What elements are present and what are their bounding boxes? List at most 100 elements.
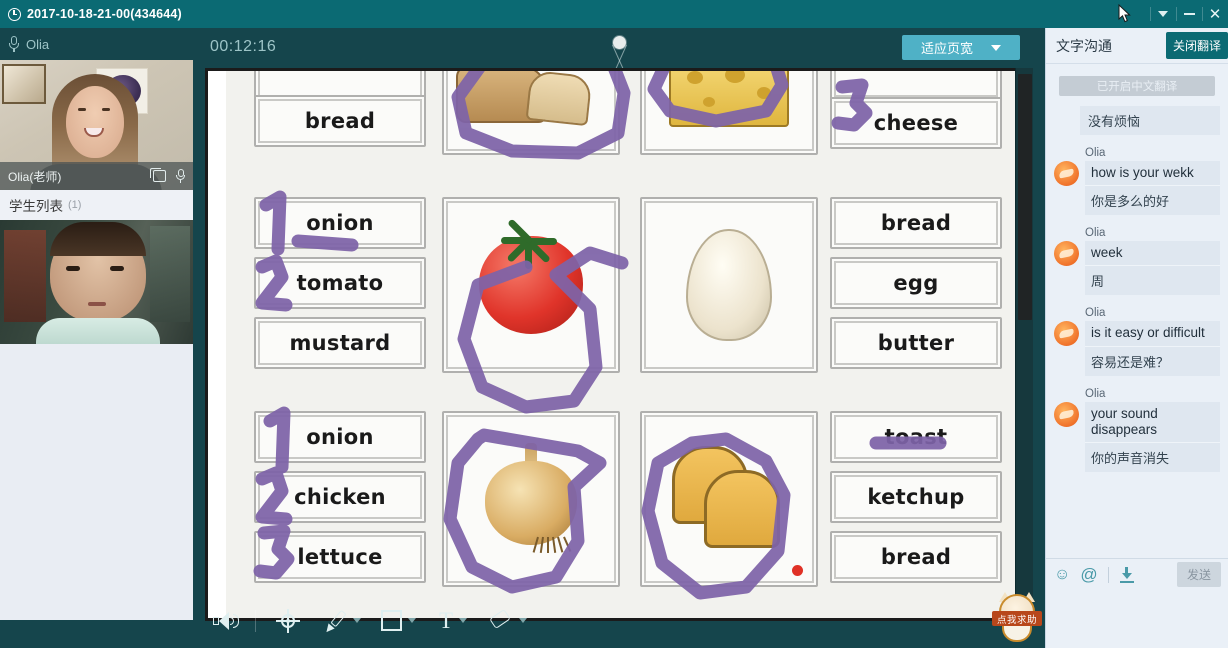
avatar[interactable]	[1054, 241, 1079, 267]
avatar[interactable]	[1054, 161, 1079, 186]
message-sender: Olia	[1085, 227, 1106, 240]
chat-title: 文字沟通	[1056, 37, 1112, 54]
word-card-bread-0[interactable]: bread	[254, 95, 426, 147]
emoji-icon[interactable]: ☺	[1054, 566, 1070, 583]
word-label: lettuce	[297, 545, 383, 569]
word-label: ketchup	[867, 485, 965, 509]
message-sender: Olia	[1085, 147, 1106, 159]
teacher-name: Olia(老师)	[8, 169, 62, 184]
window-title: 2017-10-18-21-00(434644)	[27, 7, 182, 21]
rectangle-tool[interactable]	[370, 601, 426, 641]
pointer-target-icon[interactable]	[262, 601, 314, 641]
popout-window-icon[interactable]	[150, 168, 166, 182]
message-original: your sound disappears	[1085, 401, 1220, 442]
chat-input-toolbar: ☺ @ 发送	[1046, 558, 1228, 590]
chat-message: Olia is it easy or difficult 容易还是难？	[1054, 307, 1220, 376]
picture-card-bread[interactable]	[442, 71, 620, 155]
word-card-onion-2[interactable]: onion	[254, 411, 426, 463]
whiteboard-toolbar: 00:12:16 适应页宽	[193, 28, 1045, 71]
word-card-toast[interactable]: toast	[830, 411, 1002, 463]
whiteboard-canvas[interactable]: bread cheese onion tomato mustard bread …	[205, 68, 1025, 621]
chevron-down-icon	[1158, 11, 1168, 17]
chevron-down-icon[interactable]	[519, 618, 527, 623]
toggle-translation-button[interactable]: 关闭翻译	[1165, 32, 1228, 59]
student-list-count: (1)	[68, 199, 82, 211]
send-button[interactable]: 发送	[1176, 562, 1221, 587]
chat-message: Olia week 周	[1054, 227, 1220, 296]
word-card-lettuce[interactable]: lettuce	[254, 531, 426, 583]
chat-message-list[interactable]: 已开启中文翻译 没有烦恼 Olia how is your wekk 你是多么的…	[1046, 64, 1228, 558]
word-label: onion	[306, 211, 374, 235]
picture-card-toast[interactable]	[640, 411, 818, 587]
message-original: week	[1085, 241, 1220, 266]
teacher-video-card[interactable]: Olia(老师)	[0, 60, 193, 190]
word-card-tomato[interactable]: tomato	[254, 257, 426, 309]
student-video-feed	[0, 220, 193, 344]
word-card-bread-1[interactable]: bread	[830, 197, 1002, 249]
message-sender: Olia	[1085, 387, 1106, 400]
help-mascot-label: 点我求助	[992, 611, 1042, 626]
word-label: egg	[893, 271, 939, 295]
word-card-cheese[interactable]: cheese	[830, 97, 1002, 149]
avatar[interactable]	[1054, 401, 1079, 427]
chat-input-area[interactable]	[1046, 590, 1228, 648]
worksheet-image: bread cheese onion tomato mustard bread …	[226, 71, 1016, 618]
word-label: cheese	[873, 111, 959, 135]
message-translation: 容易还是难？	[1085, 345, 1220, 376]
scrollbar-thumb[interactable]	[1018, 74, 1032, 320]
message-translation: 你是多么的好	[1085, 185, 1220, 216]
picture-card-cheese[interactable]	[640, 71, 818, 155]
eraser-icon	[489, 608, 513, 631]
chevron-down-icon[interactable]	[353, 618, 361, 623]
word-card-bread-2[interactable]: bread	[830, 531, 1002, 583]
whiteboard-scrollbar[interactable]	[1015, 68, 1033, 621]
microphone-icon[interactable]	[176, 169, 185, 183]
toast-slices-art	[668, 444, 790, 554]
rectangle-icon	[380, 610, 402, 631]
word-card-mustard[interactable]: mustard	[254, 317, 426, 369]
help-mascot-button[interactable]: 点我求助	[992, 592, 1042, 644]
download-icon[interactable]	[1119, 566, 1135, 583]
student-list-header[interactable]: 学生列表 (1)	[0, 190, 193, 220]
tomato-art	[479, 218, 583, 334]
message-original: is it easy or difficult	[1085, 321, 1220, 346]
titlebar-dropdown-button[interactable]	[1150, 0, 1176, 28]
word-card-chicken[interactable]: chicken	[254, 471, 426, 523]
elapsed-time: 00:12:16	[210, 38, 277, 55]
picture-card-onion[interactable]	[442, 411, 620, 587]
word-label: bread	[304, 109, 376, 133]
eraser-tool[interactable]	[480, 608, 536, 631]
minimize-button[interactable]	[1176, 0, 1202, 28]
fit-width-label: 适应页宽	[920, 41, 973, 56]
text-tool[interactable]: T	[426, 601, 480, 641]
word-card-onion-1[interactable]: onion	[254, 197, 426, 249]
page-marker-handle[interactable]	[612, 36, 627, 71]
message-translation: 你的声音消失	[1085, 441, 1220, 472]
word-card-butter[interactable]: butter	[830, 317, 1002, 369]
chevron-down-icon[interactable]	[407, 618, 416, 623]
pencil-tool[interactable]	[314, 601, 370, 641]
message-translation: 周	[1085, 265, 1220, 296]
word-card-ketchup[interactable]: ketchup	[830, 471, 1002, 523]
close-button[interactable]: ✕	[1202, 0, 1228, 28]
chevron-down-icon[interactable]	[459, 618, 468, 623]
chat-message-standalone: 没有烦恼	[1080, 106, 1220, 135]
titlebar-left: 2017-10-18-21-00(434644)	[0, 7, 182, 21]
chevron-down-icon	[991, 44, 1001, 51]
chat-header: 文字沟通 关闭翻译	[1046, 28, 1228, 64]
fit-width-button[interactable]: 适应页宽	[902, 35, 1020, 60]
picture-card-egg[interactable]	[640, 197, 818, 373]
bread-loaf-and-slice-art	[456, 71, 606, 131]
close-icon: ✕	[1208, 5, 1222, 23]
student-video-card[interactable]	[0, 220, 193, 344]
avatar[interactable]	[1054, 321, 1079, 347]
picture-card-tomato[interactable]	[442, 197, 620, 373]
at-mention-icon[interactable]: @	[1080, 566, 1097, 583]
student-list-label: 学生列表	[9, 199, 63, 214]
mouse-pointer-icon	[1118, 3, 1132, 24]
message-sender: Olia	[1085, 307, 1106, 320]
microphone-icon[interactable]	[9, 36, 19, 52]
drawing-toolbar: T 点我求助	[193, 592, 1045, 648]
sound-icon[interactable]	[203, 601, 249, 641]
word-card-egg[interactable]: egg	[830, 257, 1002, 309]
